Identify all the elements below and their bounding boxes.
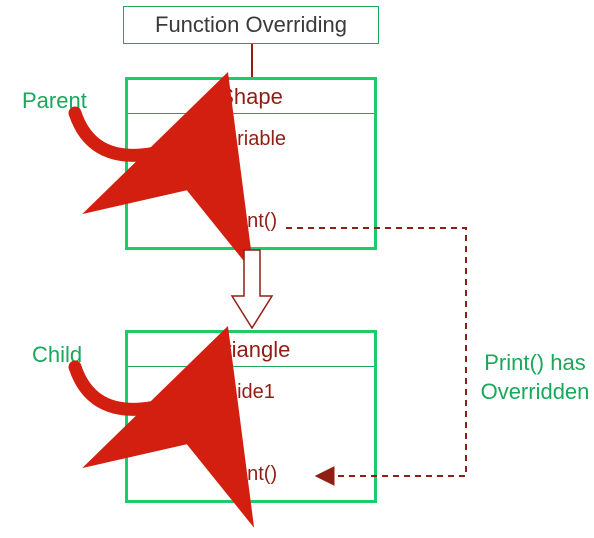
- parent-variable: variable: [128, 114, 374, 151]
- overridden-annotation: Print() has Overridden: [480, 349, 590, 406]
- parent-label: Parent: [22, 88, 87, 114]
- parent-class-box: Shape variable print(): [125, 77, 377, 250]
- child-class-box: Triangle side1 print(): [125, 330, 377, 503]
- child-variable: side1: [128, 367, 374, 404]
- child-label: Child: [32, 342, 82, 368]
- parent-class-name: Shape: [128, 80, 374, 114]
- child-method: print(): [128, 463, 374, 486]
- child-class-name: Triangle: [128, 333, 374, 367]
- title-box: Function Overriding: [123, 6, 379, 44]
- title-to-parent-line: [249, 44, 255, 77]
- parent-method: print(): [128, 210, 374, 233]
- diagram-title: Function Overriding: [155, 12, 347, 38]
- inheritance-arrow-icon: [222, 250, 282, 330]
